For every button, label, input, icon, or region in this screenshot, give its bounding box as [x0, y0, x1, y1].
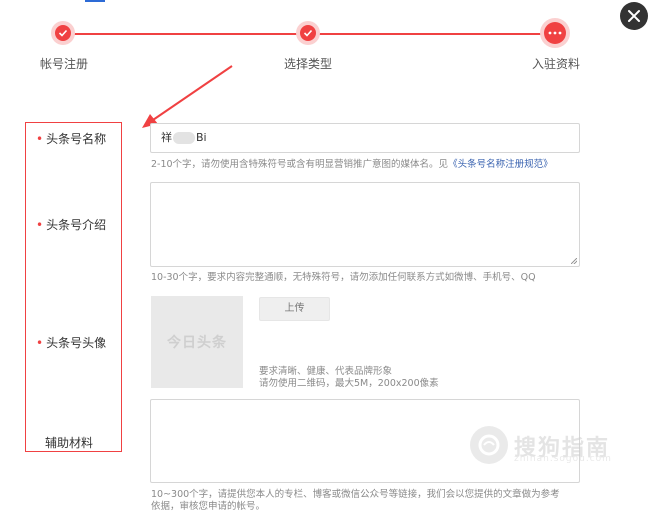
- avatar-placeholder-logo: 今日头条: [167, 335, 227, 351]
- watermark: 搜狗指南 zhinan.sogou.com: [470, 426, 640, 466]
- intro-label: • 头条号介绍: [36, 218, 107, 232]
- resize-handle-icon[interactable]: [571, 258, 577, 264]
- upload-button[interactable]: 上传: [259, 297, 330, 321]
- watermark-subtext: zhinan.sogou.com: [514, 454, 612, 464]
- watermark-logo-icon: [470, 426, 508, 464]
- aux-label: 辅助材料: [45, 436, 94, 450]
- intro-hint: 10-30个字，要求内容完整通顺，无特殊符号，请勿添加任何联系方式如微博、手机号…: [151, 272, 536, 283]
- name-label: • 头条号名称: [36, 132, 107, 146]
- name-input[interactable]: 祥 Bi: [150, 123, 580, 153]
- name-value-start: 祥: [161, 131, 172, 144]
- avatar-preview: 今日头条: [151, 296, 243, 388]
- required-mark: •: [36, 218, 44, 232]
- intro-textarea[interactable]: [150, 182, 580, 267]
- avatar-hint-2: 请勿使用二维码，最大5M，200x200像素: [259, 378, 439, 389]
- avatar-label: • 头条号头像: [36, 336, 107, 350]
- required-mark: •: [36, 336, 44, 350]
- registration-modal: 帐号注册 选择类型 入驻资料 • 头条号名称 祥 Bi 2-10个字，请勿使用含特殊…: [0, 0, 650, 516]
- name-value-end: Bi: [196, 131, 207, 144]
- obscured-text: [173, 132, 195, 144]
- name-hint: 2-10个字，请勿使用含特殊符号或含有明显营销推广意图的媒体名。见《头条号名称注…: [151, 159, 553, 170]
- required-mark: •: [36, 132, 44, 146]
- aux-hint-2: 依据，审核您申请的帐号。: [151, 501, 266, 512]
- name-rules-link[interactable]: 《头条号名称注册规范》: [448, 159, 553, 170]
